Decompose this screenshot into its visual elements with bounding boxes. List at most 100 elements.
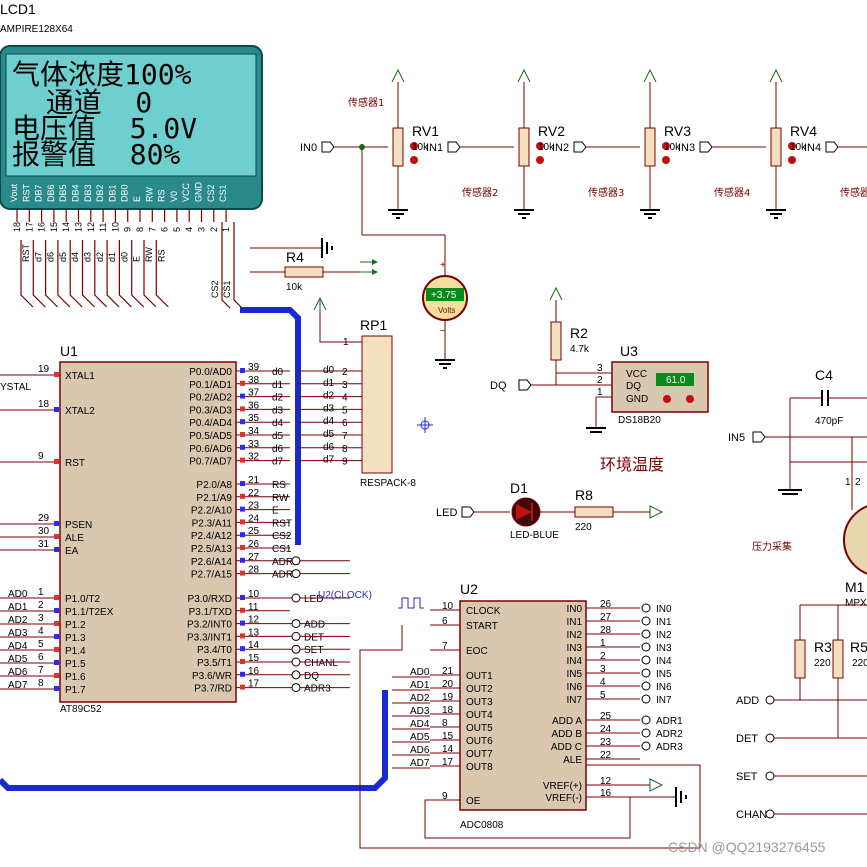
u2-pin-number: 25 [600, 711, 612, 722]
mcu-pin-name: P1.5 [65, 659, 86, 670]
mcu-net-label: CS1 [272, 544, 292, 555]
u2-pin-number: 26 [600, 599, 612, 610]
mcu-pin-number: 39 [248, 362, 260, 373]
mcu-left-net: AD1 [8, 602, 28, 613]
net-terminal [291, 657, 301, 667]
lcd-ref: LCD1 [0, 1, 36, 17]
schematic-canvas[interactable]: { "lcd": { "ref": "LCD1", "model": "AMPI… [0, 0, 867, 867]
mcu-pin-name: P2.4/A12 [191, 531, 233, 542]
net-port [321, 141, 335, 153]
pin-marker [240, 493, 245, 499]
lcd-pin-name: RW [144, 187, 154, 202]
rp1-net: d4 [323, 416, 335, 427]
mcu-net-label: E [272, 506, 279, 517]
u2-pin-name: OE [466, 796, 481, 807]
lcd-net-label: d2 [95, 252, 105, 262]
pin-marker [240, 633, 245, 639]
lcd-cs-wire [233, 222, 243, 309]
net-terminal [641, 642, 651, 652]
pin-marker [54, 686, 59, 691]
rp1-pin: 9 [342, 457, 348, 468]
lcd-net-label: d0 [119, 252, 129, 262]
lcd-pin-name: VCC [181, 182, 191, 202]
mcu-net-label: d6 [272, 444, 284, 455]
u2-left-net: AD0 [410, 667, 430, 678]
mcu-pin-name: P0.3/AD3 [189, 405, 232, 416]
u2-right-net: ADR2 [656, 729, 683, 740]
mcu-net-label: d2 [272, 393, 284, 404]
mcu-pin-name: P0.1/AD1 [189, 380, 232, 391]
sensor-pot [644, 127, 656, 167]
svg-text:1: 1 [597, 387, 603, 398]
button-net-add: ADD [736, 695, 759, 707]
lcd-pin-name: CS2 [206, 184, 216, 202]
watermark: CSDN @QQ2193276455 [668, 839, 826, 855]
u2-pin-name: VREF(-) [545, 793, 582, 804]
pin-marker [240, 406, 245, 412]
pin-marker [240, 570, 245, 576]
u2-pin-name: OUT4 [466, 710, 493, 721]
c4-ref: C4 [815, 367, 833, 383]
lcd-module[interactable]: LCD1 AMPIRE128X64 气体浓度100% 通道 0 电压值 5.0V… [0, 1, 263, 299]
net-terminal [641, 728, 651, 738]
lcd-bus-tap [69, 240, 83, 308]
pin-marker [240, 393, 245, 399]
mcu-net-label: RW [272, 493, 289, 504]
sensor-ref: RV1 [412, 123, 439, 139]
net-port [699, 141, 713, 153]
u3-pin-dq: DQ [626, 381, 641, 392]
sensor-net: IN1 [426, 142, 443, 154]
net-terminal [641, 603, 651, 613]
mcu-pin-number: 37 [248, 388, 260, 399]
lcd-pin-number: 18 [12, 222, 22, 232]
svg-text:2: 2 [597, 375, 603, 386]
mcu-pin-name: EA [65, 546, 79, 557]
mcu-pin-name: PSEN [65, 520, 92, 531]
u2-pin-number: 17 [442, 757, 454, 768]
adc-u2[interactable]: U2 ADC0808 U2(CLOCK) 10 CLOCK6 START7 EOC21… [318, 581, 701, 849]
u2-pin-number: 5 [600, 690, 606, 701]
mcu-pin-number: 7 [38, 665, 44, 676]
pin-marker [240, 671, 245, 677]
vcc-arrow [643, 68, 657, 83]
lcd-pin-labels: Vout 18 RST 17 DB7 16 DB6 15 DB5 14 DB4 13 DB3 12 DB2 1… [9, 182, 232, 299]
mcu-pin-name: P3.6/WR [192, 671, 232, 682]
mcu-pin-name: P2.1/A9 [196, 493, 232, 504]
mcu-pin-number: 33 [248, 439, 260, 450]
lcd-net-label: E [132, 256, 142, 262]
mcu-pin-name: P2.5/A13 [191, 544, 233, 555]
u2-right-net: IN2 [656, 630, 672, 641]
lcd-pin-name: DB7 [34, 184, 44, 202]
mcu-pin-number: 22 [248, 488, 260, 499]
mcu-u1[interactable]: U1 AT89C52 YSTAL 19XTAL118XTAL29RST29PSE… [0, 343, 362, 715]
lcd-net-label: RW [144, 247, 154, 262]
rp1-pin: 4 [342, 393, 348, 404]
rp1-pin: 3 [342, 380, 348, 391]
lcd-bus-tap [94, 240, 108, 308]
net-terminal [291, 619, 301, 629]
lcd-pin-name: DB4 [71, 184, 81, 202]
mcu-pin-number: 17 [248, 679, 260, 690]
u3-ref: U3 [620, 343, 638, 359]
mcu-pin-name: P3.0/RXD [188, 594, 232, 605]
u2-pin-name: IN7 [566, 695, 582, 706]
lcd-pin-name: DB0 [120, 184, 130, 202]
pin-marker [54, 459, 59, 464]
r8-value: 220 [575, 522, 592, 533]
lcd-bus-tap [32, 240, 46, 308]
lcd-net-label: d1 [107, 252, 117, 262]
u2-pin-name: OUT1 [466, 671, 493, 682]
net-port [447, 141, 461, 153]
u2-pin-number: 27 [600, 612, 612, 623]
u2-pin-number: 18 [442, 705, 454, 716]
ds18b20-u3[interactable]: U3 VCC DQ GND 61.0 DS18B20 321 DQ [490, 343, 709, 433]
r8-ref: R8 [575, 487, 593, 503]
mcu-left-net: AD4 [8, 641, 28, 652]
pin-marker [54, 372, 59, 377]
mcu-pin-number: 19 [38, 364, 50, 375]
lcd-bus-tap [81, 240, 95, 308]
mcu-pin-name: P3.3/INT1 [187, 632, 232, 643]
voltmeter-unit: Volts [438, 306, 455, 315]
r2-value: 4.7k [570, 344, 590, 355]
u2-pin-number: 28 [600, 625, 612, 636]
